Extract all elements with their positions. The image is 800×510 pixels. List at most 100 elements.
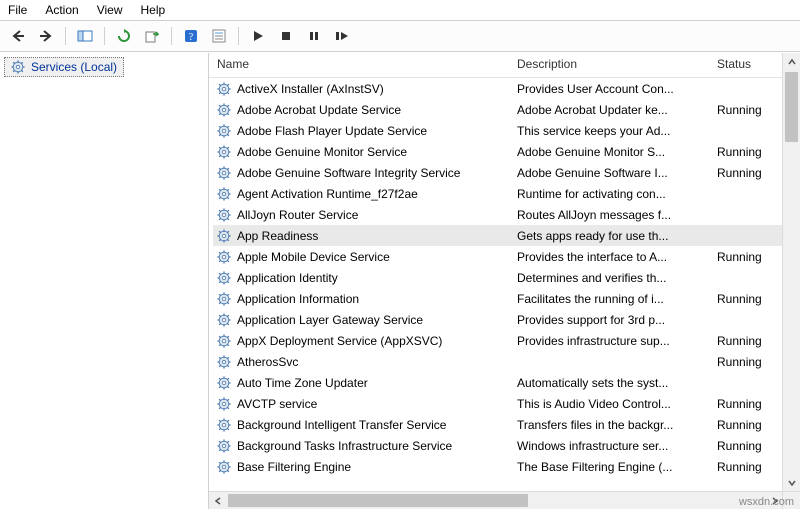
service-name: Apple Mobile Device Service [237,250,390,264]
service-gear-icon [217,82,231,96]
service-description: Determines and verifies th... [517,271,717,285]
hscroll-thumb[interactable] [228,494,528,507]
tree-panel: Services (Local) [0,53,209,509]
service-description: Adobe Genuine Monitor S... [517,145,717,159]
service-description: Transfers files in the backgr... [517,418,717,432]
help-button[interactable]: ? [179,24,203,48]
menu-file[interactable]: File [8,3,27,17]
service-description: Provides infrastructure sup... [517,334,717,348]
restart-service-button[interactable] [330,24,354,48]
service-name-cell: Base Filtering Engine [217,460,517,474]
service-name-cell: Application Layer Gateway Service [217,313,517,327]
service-description: Gets apps ready for use th... [517,229,717,243]
service-gear-icon [217,334,231,348]
service-description: Runtime for activating con... [517,187,717,201]
service-row[interactable]: Agent Activation Runtime_f27f2aeRuntime … [213,183,800,204]
service-row[interactable]: Apple Mobile Device ServiceProvides the … [213,246,800,267]
service-name-cell: Adobe Flash Player Update Service [217,124,517,138]
service-row[interactable]: App Readiness Gets apps ready for use th.… [213,225,800,246]
menu-view[interactable]: View [97,3,123,17]
service-name: App Readiness [237,229,318,243]
tree-item-services-local[interactable]: Services (Local) [4,57,124,77]
scroll-down-button[interactable] [783,474,800,491]
service-status: Running [717,334,781,348]
service-row[interactable]: AllJoyn Router ServiceRoutes AllJoyn mes… [213,204,800,225]
tree-item-label: Services (Local) [31,60,117,74]
service-row[interactable]: AtherosSvcRunning [213,351,800,372]
service-row[interactable]: Background Tasks Infrastructure ServiceW… [213,435,800,456]
service-description: Provides support for 3rd p... [517,313,717,327]
service-gear-icon [217,355,231,369]
service-gear-icon [217,376,231,390]
service-description: Facilitates the running of i... [517,292,717,306]
chevron-up-icon [788,58,796,66]
column-status[interactable]: Status [717,57,781,71]
service-row[interactable]: ActiveX Installer (AxInstSV)Provides Use… [213,78,800,99]
service-name-cell: Adobe Genuine Software Integrity Service [217,166,517,180]
content-area: Services (Local) Name Description Status… [0,52,800,509]
service-row[interactable]: Adobe Genuine Software Integrity Service… [213,162,800,183]
service-row[interactable]: Base Filtering EngineThe Base Filtering … [213,456,800,477]
service-name-cell: Adobe Acrobat Update Service [217,103,517,117]
service-row[interactable]: AppX Deployment Service (AppXSVC)Provide… [213,330,800,351]
rows-container: ActiveX Installer (AxInstSV)Provides Use… [209,78,800,509]
refresh-button[interactable] [112,24,136,48]
service-row[interactable]: Background Intelligent Transfer ServiceT… [213,414,800,435]
service-gear-icon [217,460,231,474]
vscroll-thumb[interactable] [785,72,798,142]
scroll-left-button[interactable] [209,492,226,509]
service-row[interactable]: AVCTP serviceThis is Audio Video Control… [213,393,800,414]
service-gear-icon [217,313,231,327]
service-name: AtherosSvc [237,355,298,369]
service-name-cell: Background Intelligent Transfer Service [217,418,517,432]
service-description: Routes AllJoyn messages f... [517,208,717,222]
service-name: Background Tasks Infrastructure Service [237,439,452,453]
stop-service-button[interactable] [274,24,298,48]
service-name: Application Identity [237,271,338,285]
service-row[interactable]: Adobe Acrobat Update ServiceAdobe Acroba… [213,99,800,120]
service-row[interactable]: Application Layer Gateway Service Provide… [213,309,800,330]
service-name-cell: Application Information [217,292,517,306]
horizontal-scrollbar[interactable] [209,491,783,509]
restart-icon [335,30,349,42]
column-headers: Name Description Status [209,53,800,78]
properties-button[interactable] [207,24,231,48]
service-name-cell: Agent Activation Runtime_f27f2ae [217,187,517,201]
service-name: Application Layer Gateway Service [237,313,423,327]
service-name-cell: AtherosSvc [217,355,517,369]
service-description: Adobe Acrobat Updater ke... [517,103,717,117]
service-gear-icon [217,271,231,285]
service-name-cell: App Readiness [217,229,517,243]
hscroll-track[interactable] [226,492,766,509]
properties-icon [211,28,227,44]
vertical-scrollbar[interactable] [782,53,800,491]
back-button[interactable] [6,24,30,48]
service-name-cell: Application Identity [217,271,517,285]
column-description[interactable]: Description [517,57,717,71]
menu-help[interactable]: Help [141,3,166,17]
watermark: wsxdn.com [739,496,794,508]
vscroll-track[interactable] [783,70,800,474]
show-hide-tree-button[interactable] [73,24,97,48]
column-name[interactable]: Name [217,57,517,71]
refresh-icon [117,29,131,43]
scroll-up-button[interactable] [783,53,800,70]
service-row[interactable]: Auto Time Zone UpdaterAutomatically sets… [213,372,800,393]
service-gear-icon [217,418,231,432]
forward-button[interactable] [34,24,58,48]
service-gear-icon [217,292,231,306]
service-gear-icon [217,229,231,243]
service-description: This service keeps your Ad... [517,124,717,138]
service-row[interactable]: Application Identity Determines and verif… [213,267,800,288]
menu-action[interactable]: Action [45,3,78,17]
export-button[interactable] [140,24,164,48]
service-row[interactable]: Application InformationFacilitates the r… [213,288,800,309]
services-list: Name Description Status ActiveX Installe… [209,53,800,509]
service-name: ActiveX Installer (AxInstSV) [237,82,384,96]
service-row[interactable]: Adobe Flash Player Update ServiceThis se… [213,120,800,141]
arrow-right-icon [39,29,53,43]
start-service-button[interactable] [246,24,270,48]
pause-service-button[interactable] [302,24,326,48]
service-row[interactable]: Adobe Genuine Monitor ServiceAdobe Genui… [213,141,800,162]
service-status: Running [717,292,781,306]
